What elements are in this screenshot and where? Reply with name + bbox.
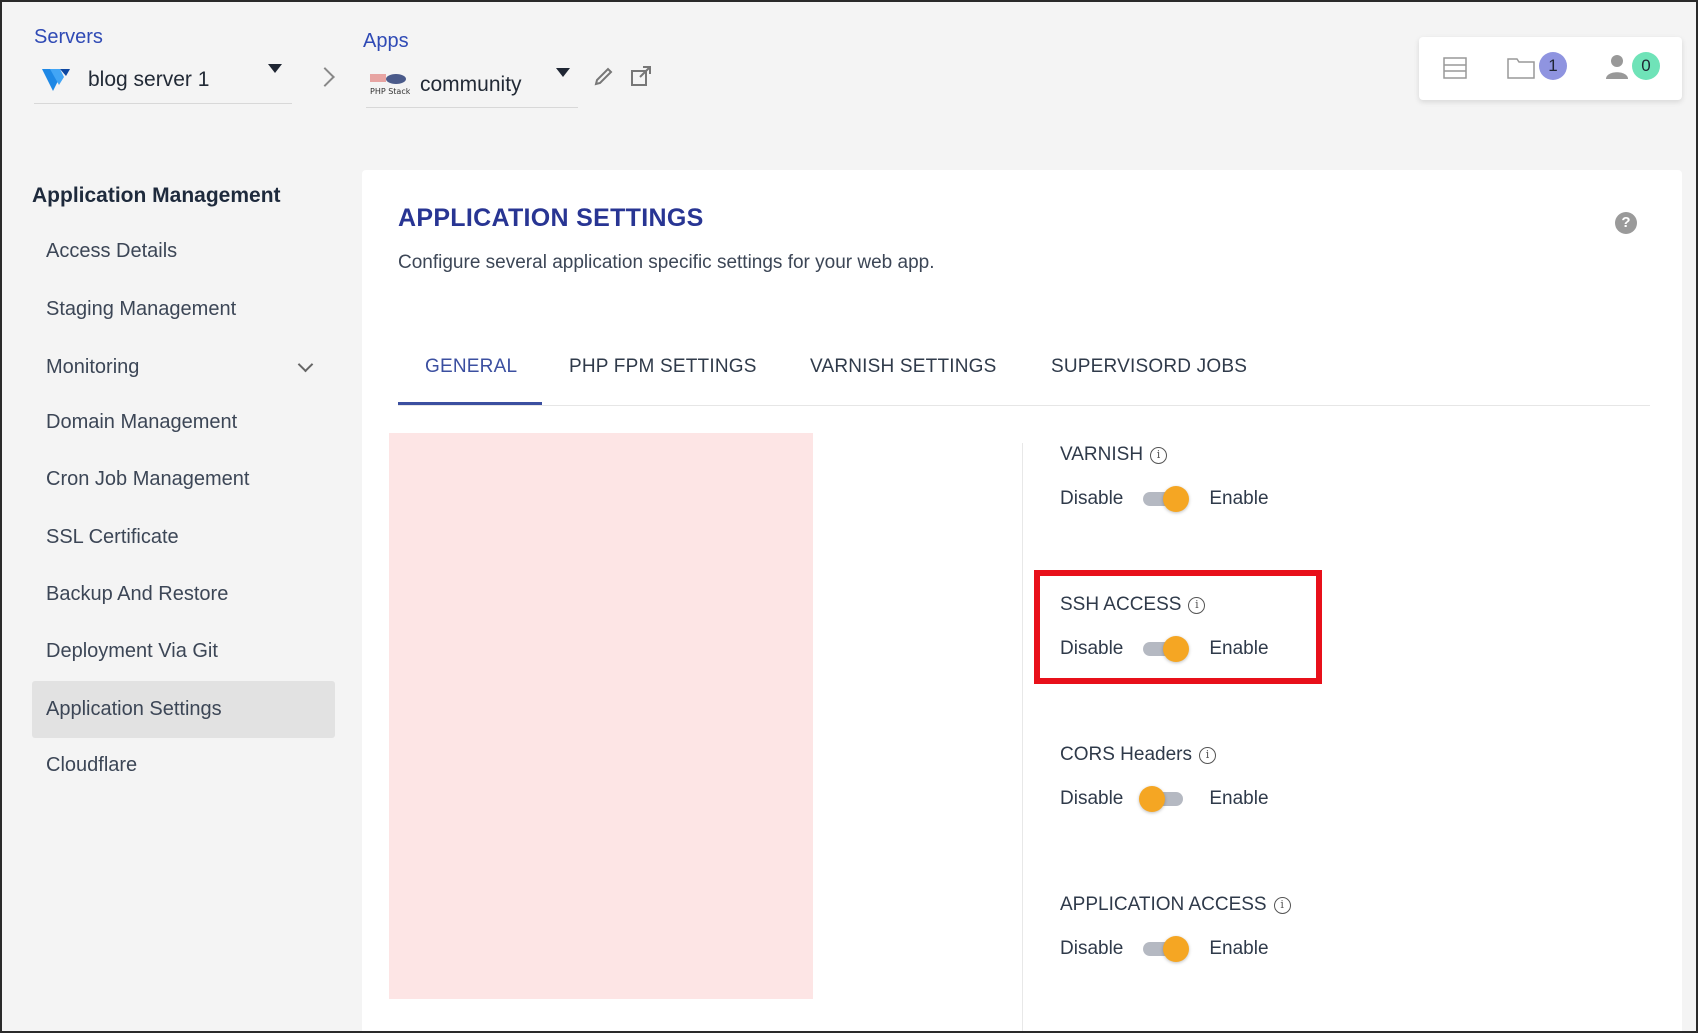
notifications-badge[interactable]: 1 [1539,52,1567,80]
sidebar-item-domain-management[interactable]: Domain Management [32,394,335,451]
server-selector[interactable]: blog server 1 [34,56,292,104]
users-badge[interactable]: 0 [1632,52,1660,80]
toggle-knob [1139,786,1166,812]
php-stack-logo-icon: PHP Stack [370,73,410,96]
redacted-region [389,433,813,999]
sidebar-item-label: SSL Certificate [46,526,179,548]
info-icon[interactable]: i [1150,446,1168,464]
application-settings-card: APPLICATION SETTINGS Configure several a… [362,170,1682,1033]
setting-label: APPLICATION ACCESS [1060,894,1267,915]
app-dropdown-caret-icon[interactable] [556,68,570,77]
sidebar-item-label: Backup And Restore [46,583,229,605]
servers-label: Servers [34,26,103,48]
sidebar-item-access-details[interactable]: Access Details [32,223,335,280]
varnish-toggle[interactable] [1143,486,1190,512]
sidebar-item-label: Monitoring [46,356,140,378]
tab-supervisord-jobs[interactable]: SUPERVISORD JOBS [1051,356,1247,406]
sidebar-item-application-settings[interactable]: Application Settings [32,681,335,738]
sidebar-title: Application Management [32,184,281,207]
folder-icon[interactable] [1507,55,1535,79]
edit-pencil-icon[interactable] [592,65,616,89]
sidebar-item-deployment-via-git[interactable]: Deployment Via Git [32,623,335,680]
info-icon[interactable]: i [1199,746,1216,764]
ssh-access-highlight-box [1034,570,1322,684]
server-name: blog server 1 [88,67,210,91]
tab-php-fpm-settings[interactable]: PHP FPM SETTINGS [569,356,757,406]
cors-headers-toggle[interactable] [1139,786,1184,812]
application-access-toggle[interactable] [1143,936,1190,962]
disable-label: Disable [1060,488,1124,509]
user-icon[interactable] [1605,52,1629,80]
disable-label: Disable [1060,938,1124,959]
server-dropdown-caret-icon[interactable] [268,64,282,73]
sidebar-item-monitoring[interactable]: Monitoring [32,339,335,396]
enable-label: Enable [1209,938,1269,959]
status-panel: 1 0 [1419,37,1682,100]
enable-label: Enable [1209,788,1269,809]
sidebar-item-backup-and-restore[interactable]: Backup And Restore [32,566,335,623]
vultr-logo-icon [42,68,70,91]
app-selector[interactable]: PHP Stack community [366,62,578,108]
column-divider [1022,443,1023,1033]
sidebar-item-cron-job-management[interactable]: Cron Job Management [32,451,335,508]
page-subtitle: Configure several application specific s… [398,252,935,273]
sidebar-item-label: Application Settings [46,698,222,720]
sidebar-item-label: Cron Job Management [46,468,250,490]
chevron-down-icon[interactable] [297,356,314,373]
sidebar-item-ssl-certificate[interactable]: SSL Certificate [32,509,335,566]
setting-varnish: VARNISH i Disable Enable [1060,442,1360,532]
help-icon[interactable]: ? [1615,212,1637,234]
sidebar-item-label: Deployment Via Git [46,640,218,662]
breadcrumb-chevron-icon [315,67,335,87]
external-link-icon[interactable] [629,64,653,88]
sidebar-item-label: Staging Management [46,298,237,320]
apps-label: Apps [363,30,409,52]
setting-label: VARNISH [1060,444,1144,465]
active-tab-indicator [398,402,542,405]
server-list-icon[interactable] [1443,56,1467,80]
toggle-knob [1163,486,1190,512]
sidebar-item-label: Cloudflare [46,754,138,776]
info-icon[interactable]: i [1273,896,1291,914]
tab-varnish-settings[interactable]: VARNISH SETTINGS [810,356,997,406]
enable-label: Enable [1209,488,1269,509]
setting-cors-headers: CORS Headers i Disable Enable [1060,742,1360,832]
toggle-knob [1163,936,1190,962]
app-name: community [420,72,522,96]
disable-label: Disable [1060,788,1124,809]
sidebar-item-staging-management[interactable]: Staging Management [32,281,335,338]
setting-application-access: APPLICATION ACCESS i Disable Enable [1060,892,1360,982]
setting-label: CORS Headers [1060,744,1192,765]
app-logo-text: PHP Stack [370,87,410,96]
sidebar-item-label: Access Details [46,240,178,262]
tab-general[interactable]: GENERAL [425,356,517,406]
sidebar-item-label: Domain Management [46,411,238,433]
sidebar-item-cloudflare[interactable]: Cloudflare [32,737,335,794]
page-title: APPLICATION SETTINGS [398,204,704,232]
